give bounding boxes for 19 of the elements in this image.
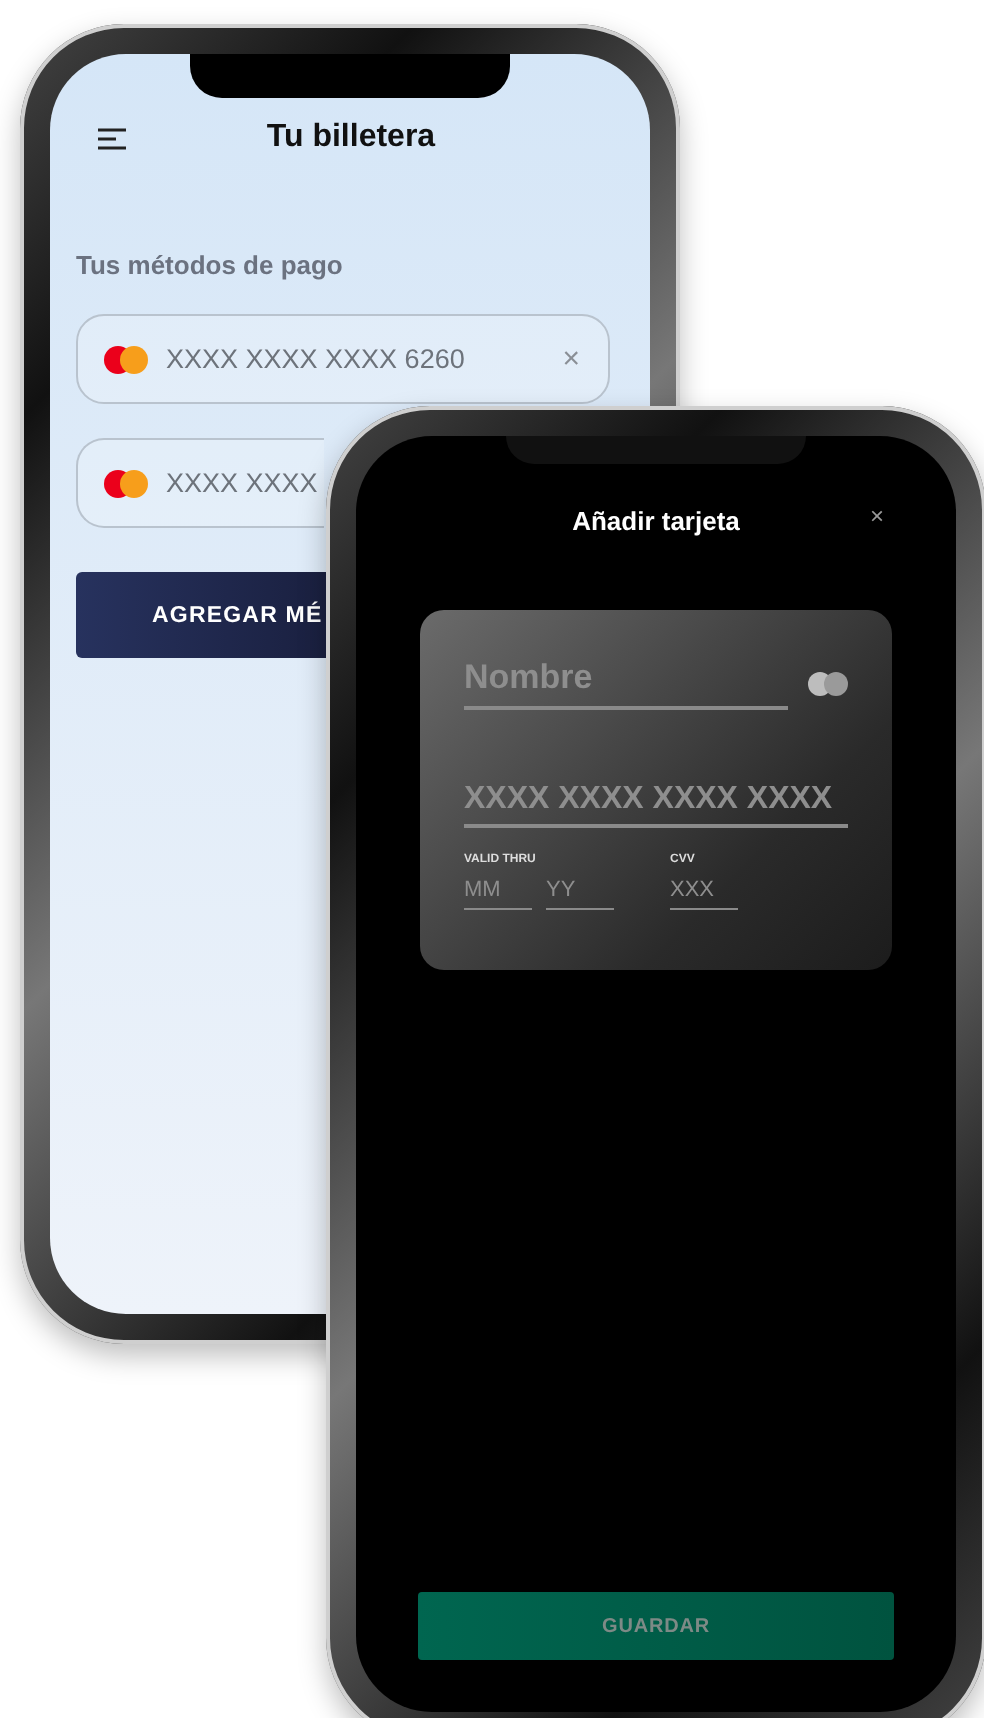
- name-field[interactable]: Nombre: [464, 658, 788, 710]
- remove-button[interactable]: ×: [562, 342, 580, 376]
- menu-icon[interactable]: [98, 127, 126, 149]
- cvv-field[interactable]: XXX: [670, 878, 738, 910]
- card-number: XXXX XXXX: [166, 468, 318, 498]
- card-brand-icon: [104, 469, 148, 497]
- month-field[interactable]: MM: [464, 878, 532, 910]
- close-button[interactable]: ×: [869, 502, 884, 530]
- card-brand-icon: [104, 345, 148, 373]
- year-field[interactable]: YY: [546, 878, 614, 910]
- screen-title: Tu billetera: [266, 120, 436, 156]
- payment-method-field[interactable]: XXXX XXXX XXXX 6260 ×: [76, 314, 610, 404]
- add-method-button[interactable]: AGREGAR MÉ: [76, 572, 326, 658]
- card-number-field[interactable]: XXXX XXXX XXXX XXXX: [464, 782, 848, 828]
- screen-title: Añadir tarjeta: [572, 505, 740, 535]
- section-title: Tus métodos de pago: [76, 250, 345, 280]
- card-number: XXXX XXXX XXXX 6260: [166, 344, 467, 374]
- payment-method-field[interactable]: XXXX XXXX: [76, 438, 324, 528]
- card-brand-icon: [808, 672, 848, 696]
